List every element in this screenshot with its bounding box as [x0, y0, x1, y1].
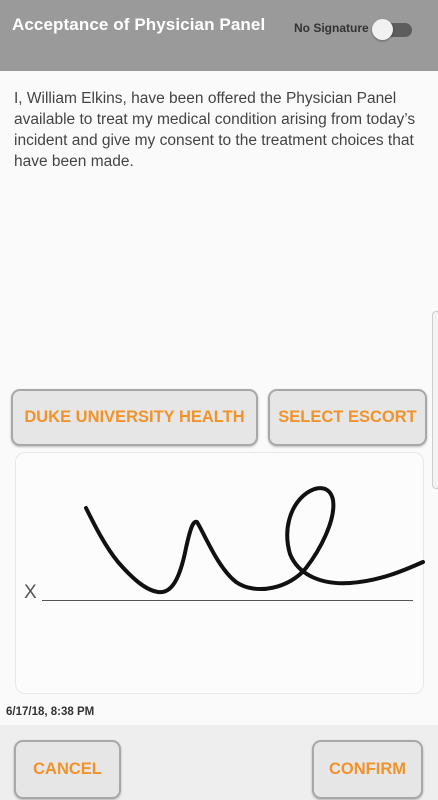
cancel-button[interactable]: CANCEL [14, 740, 121, 799]
signature-stroke [84, 486, 425, 595]
confirm-button[interactable]: CONFIRM [312, 740, 423, 799]
signature-timestamp: 6/17/18, 8:38 PM [6, 706, 95, 718]
